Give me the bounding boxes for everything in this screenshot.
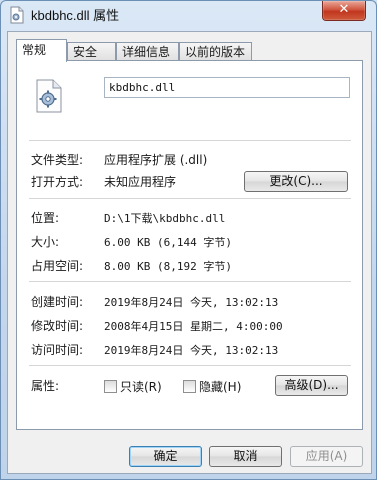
dll-file-icon — [10, 6, 24, 24]
hidden-label[interactable]: 隐藏(H) — [199, 378, 241, 395]
size-on-disk-label: 占用空间: — [31, 259, 84, 273]
tab-previous-versions[interactable]: 以前的版本 — [179, 42, 252, 60]
window-title: kbdbhc.dll 属性 — [31, 8, 120, 23]
file-name-field[interactable]: kbdbhc.dll — [104, 77, 350, 98]
modified-label: 修改时间: — [31, 319, 84, 333]
separator — [29, 140, 351, 141]
size-on-disk-value: 8.00 KB (8,192 字节) — [104, 260, 232, 273]
accessed-label: 访问时间: — [31, 343, 84, 357]
tab-general[interactable]: 常规 — [16, 39, 67, 62]
advanced-button[interactable]: 高级(D)... — [275, 375, 348, 396]
size-label: 大小: — [31, 235, 60, 249]
location-label: 位置: — [31, 211, 60, 225]
open-with-label: 打开方式: — [31, 175, 84, 189]
modified-value: 2008年4月15日 星期二, 4:00:00 — [104, 320, 283, 333]
size-value: 6.00 KB (6,144 字节) — [104, 236, 232, 249]
attributes-label: 属性: — [31, 379, 60, 393]
cancel-button[interactable]: 取消 — [209, 446, 282, 467]
hidden-checkbox[interactable] — [183, 380, 196, 393]
file-type-label: 文件类型: — [31, 153, 84, 167]
dll-gear-document-icon — [36, 79, 62, 113]
general-tab-panel: kbdbhc.dll 文件类型: 应用程序扩展 (.dll) 打开方式: 未知应… — [16, 60, 363, 430]
separator — [29, 198, 351, 199]
readonly-label[interactable]: 只读(R) — [120, 378, 162, 395]
created-value: 2019年8月24日 今天, 13:02:13 — [104, 296, 279, 309]
tab-strip: 常规 安全 详细信息 以前的版本 — [16, 39, 366, 62]
tab-security[interactable]: 安全 — [67, 42, 116, 60]
close-button[interactable]: ✕ — [322, 1, 366, 21]
separator — [29, 365, 351, 366]
open-with-value: 未知应用程序 — [104, 175, 177, 189]
file-type-value: 应用程序扩展 (.dll) — [104, 153, 208, 167]
accessed-value: 2019年8月24日 今天, 13:02:13 — [104, 344, 279, 357]
location-value: D:\1下载\kbdbhc.dll — [104, 212, 226, 225]
apply-button[interactable]: 应用(A) — [290, 446, 363, 467]
ok-button[interactable]: 确定 — [129, 446, 202, 467]
properties-window: kbdbhc.dll 属性 ✕ 常规 安全 详细信息 以前的版本 kbdbhc.… — [0, 0, 377, 480]
created-label: 创建时间: — [31, 295, 84, 309]
separator — [29, 281, 351, 282]
readonly-checkbox[interactable] — [104, 380, 117, 393]
dialog-client-area: 常规 安全 详细信息 以前的版本 kbdbhc.dll 文件类型: 应用程序扩展… — [7, 31, 372, 474]
tab-details[interactable]: 详细信息 — [116, 42, 179, 60]
change-button[interactable]: 更改(C)... — [244, 171, 348, 192]
